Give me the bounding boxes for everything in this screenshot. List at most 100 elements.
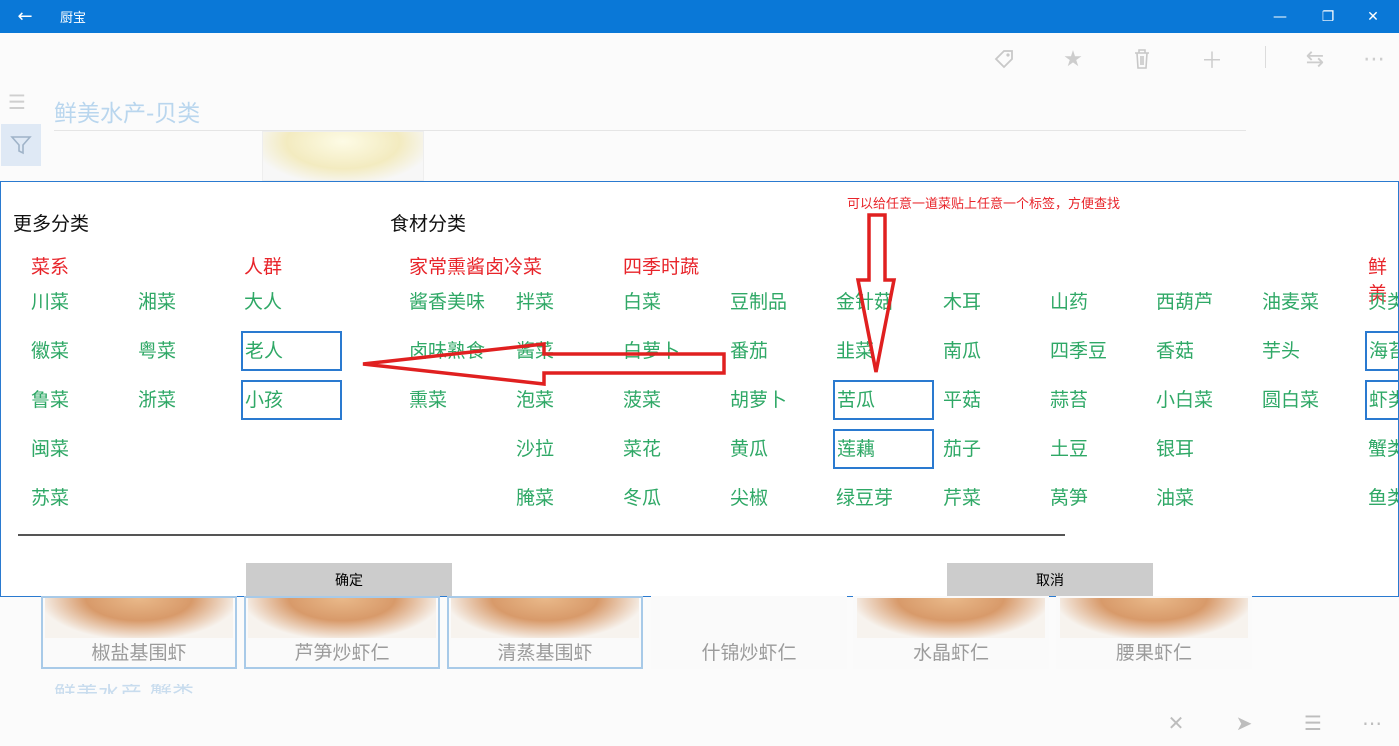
next-section-title: 鲜美水产-蟹类 bbox=[54, 684, 194, 694]
more-bottom-button[interactable]: ⋯ bbox=[1357, 710, 1387, 736]
favorite-button[interactable]: ★ bbox=[1056, 44, 1090, 74]
tag-option[interactable]: 菜花 bbox=[620, 429, 721, 469]
tag-option[interactable]: 南瓜 bbox=[940, 331, 1041, 371]
tag-option[interactable]: 番茄 bbox=[727, 331, 828, 371]
tag-option[interactable]: 茄子 bbox=[940, 429, 1041, 469]
star-icon: ★ bbox=[1063, 46, 1083, 72]
tag-option[interactable]: 莲藕 bbox=[833, 429, 934, 469]
confirm-button[interactable]: 确定 bbox=[246, 563, 452, 596]
page-title: 鲜美水产-贝类 bbox=[54, 101, 201, 127]
delete-button[interactable] bbox=[1125, 44, 1159, 74]
tag-option[interactable]: 冬瓜 bbox=[620, 478, 721, 518]
x-icon: ✕ bbox=[1167, 711, 1185, 735]
tag-option[interactable]: 大人 bbox=[241, 282, 342, 322]
tag-option[interactable]: 韭菜 bbox=[833, 331, 934, 371]
send-icon: ➤ bbox=[1235, 711, 1253, 735]
close-window-button[interactable]: ✕ bbox=[1350, 0, 1396, 33]
tag-option[interactable]: 绿豆芽 bbox=[833, 478, 934, 518]
tag-option[interactable]: 沙拉 bbox=[513, 429, 614, 469]
tag-option[interactable]: 白萝卜 bbox=[620, 331, 721, 371]
tag-option[interactable]: 闽菜 bbox=[28, 429, 129, 469]
tag-icon bbox=[994, 50, 1013, 69]
restore-icon: ❐ bbox=[1321, 8, 1335, 25]
tag-option[interactable]: 卤味熟食 bbox=[406, 331, 507, 371]
tag-option[interactable]: 木耳 bbox=[940, 282, 1041, 322]
tag-option[interactable]: 徽菜 bbox=[28, 331, 129, 371]
tag-option[interactable]: 银耳 bbox=[1153, 429, 1254, 469]
tag-option[interactable]: 土豆 bbox=[1047, 429, 1148, 469]
tag-button[interactable] bbox=[987, 44, 1021, 74]
tag-option[interactable]: 圆白菜 bbox=[1259, 380, 1360, 420]
tag-option[interactable]: 白菜 bbox=[620, 282, 721, 322]
tag-option[interactable]: 黄瓜 bbox=[727, 429, 828, 469]
tag-option[interactable]: 泡菜 bbox=[513, 380, 614, 420]
food-card[interactable]: 芦笋炒虾仁 bbox=[244, 596, 440, 669]
tag-option[interactable]: 尖椒 bbox=[727, 478, 828, 518]
plus-icon: ＋ bbox=[1200, 49, 1223, 74]
tag-option[interactable]: 浙菜 bbox=[135, 380, 236, 420]
food-card[interactable]: 什锦炒虾仁 bbox=[651, 596, 847, 669]
filter-icon bbox=[10, 136, 32, 155]
tag-option[interactable]: 粤菜 bbox=[135, 331, 236, 371]
tag-option[interactable]: 川菜 bbox=[28, 282, 129, 322]
back-arrow-icon: ← bbox=[17, 6, 33, 27]
food-card[interactable]: 水晶虾仁 bbox=[853, 596, 1049, 669]
cancel-action-button[interactable]: ✕ bbox=[1161, 710, 1191, 736]
list-button[interactable]: ☰ bbox=[1298, 710, 1328, 736]
food-card[interactable]: 腰果虾仁 bbox=[1056, 596, 1252, 669]
tag-option[interactable]: 菠菜 bbox=[620, 380, 721, 420]
tag-option[interactable]: 苦瓜 bbox=[833, 380, 934, 420]
swap-button[interactable]: ⇆ bbox=[1298, 44, 1332, 74]
tag-option[interactable]: 海苔 bbox=[1365, 331, 1398, 371]
more-button[interactable]: ⋯ bbox=[1357, 44, 1391, 74]
food-card[interactable]: 清蒸基围虾 bbox=[447, 596, 643, 669]
tag-option[interactable]: 熏菜 bbox=[406, 380, 507, 420]
food-card[interactable]: 椒盐基围虾 bbox=[41, 596, 237, 669]
tag-option[interactable]: 老人 bbox=[241, 331, 342, 371]
section-title-ingredients: 食材分类 bbox=[390, 213, 467, 235]
tag-option[interactable]: 鲁菜 bbox=[28, 380, 129, 420]
title-divider bbox=[54, 130, 1246, 131]
tag-option[interactable]: 蟹类 bbox=[1365, 429, 1398, 469]
tag-option[interactable]: 酱香美味 bbox=[406, 282, 507, 322]
tag-option[interactable]: 芹菜 bbox=[940, 478, 1041, 518]
tag-option[interactable]: 小孩 bbox=[241, 380, 342, 420]
tag-option[interactable]: 山药 bbox=[1047, 282, 1148, 322]
tag-option[interactable]: 虾类 bbox=[1365, 380, 1398, 420]
food-image bbox=[1060, 598, 1248, 638]
tag-option[interactable]: 油菜 bbox=[1153, 478, 1254, 518]
back-button[interactable]: ← bbox=[0, 0, 50, 33]
tag-option[interactable]: 鱼类 bbox=[1365, 478, 1398, 518]
food-name: 椒盐基围虾 bbox=[91, 642, 187, 664]
tag-option[interactable]: 金针菇 bbox=[833, 282, 934, 322]
tag-option[interactable]: 贝类 bbox=[1365, 282, 1398, 322]
toolbar-divider bbox=[1265, 46, 1266, 68]
tag-option[interactable]: 香菇 bbox=[1153, 331, 1254, 371]
restore-button[interactable]: ❐ bbox=[1305, 0, 1351, 33]
cancel-button[interactable]: 取消 bbox=[947, 563, 1153, 596]
minimize-button[interactable]: — bbox=[1257, 0, 1303, 33]
food-name: 清蒸基围虾 bbox=[497, 642, 593, 664]
tag-option[interactable]: 腌菜 bbox=[513, 478, 614, 518]
tag-option[interactable]: 小白菜 bbox=[1153, 380, 1254, 420]
tag-option[interactable]: 拌菜 bbox=[513, 282, 614, 322]
tag-option[interactable]: 西葫芦 bbox=[1153, 282, 1254, 322]
tag-option[interactable]: 酱菜 bbox=[513, 331, 614, 371]
tag-option[interactable]: 湘菜 bbox=[135, 282, 236, 322]
tag-option[interactable]: 莴笋 bbox=[1047, 478, 1148, 518]
food-thumbnail[interactable] bbox=[262, 131, 424, 181]
tag-option[interactable]: 芋头 bbox=[1259, 331, 1360, 371]
tag-option[interactable]: 蒜苔 bbox=[1047, 380, 1148, 420]
tag-option[interactable]: 苏菜 bbox=[28, 478, 129, 518]
list-icon: ☰ bbox=[1304, 711, 1322, 735]
menu-button[interactable]: ☰ bbox=[8, 92, 32, 112]
filter-button[interactable] bbox=[1, 124, 41, 166]
tag-option[interactable]: 胡萝卜 bbox=[727, 380, 828, 420]
tag-option[interactable]: 平菇 bbox=[940, 380, 1041, 420]
tag-option[interactable]: 四季豆 bbox=[1047, 331, 1148, 371]
tag-option[interactable]: 豆制品 bbox=[727, 282, 828, 322]
food-name: 水晶虾仁 bbox=[912, 642, 989, 664]
send-button[interactable]: ➤ bbox=[1229, 710, 1259, 736]
tag-option[interactable]: 油麦菜 bbox=[1259, 282, 1360, 322]
add-button[interactable]: ＋ bbox=[1195, 44, 1229, 74]
